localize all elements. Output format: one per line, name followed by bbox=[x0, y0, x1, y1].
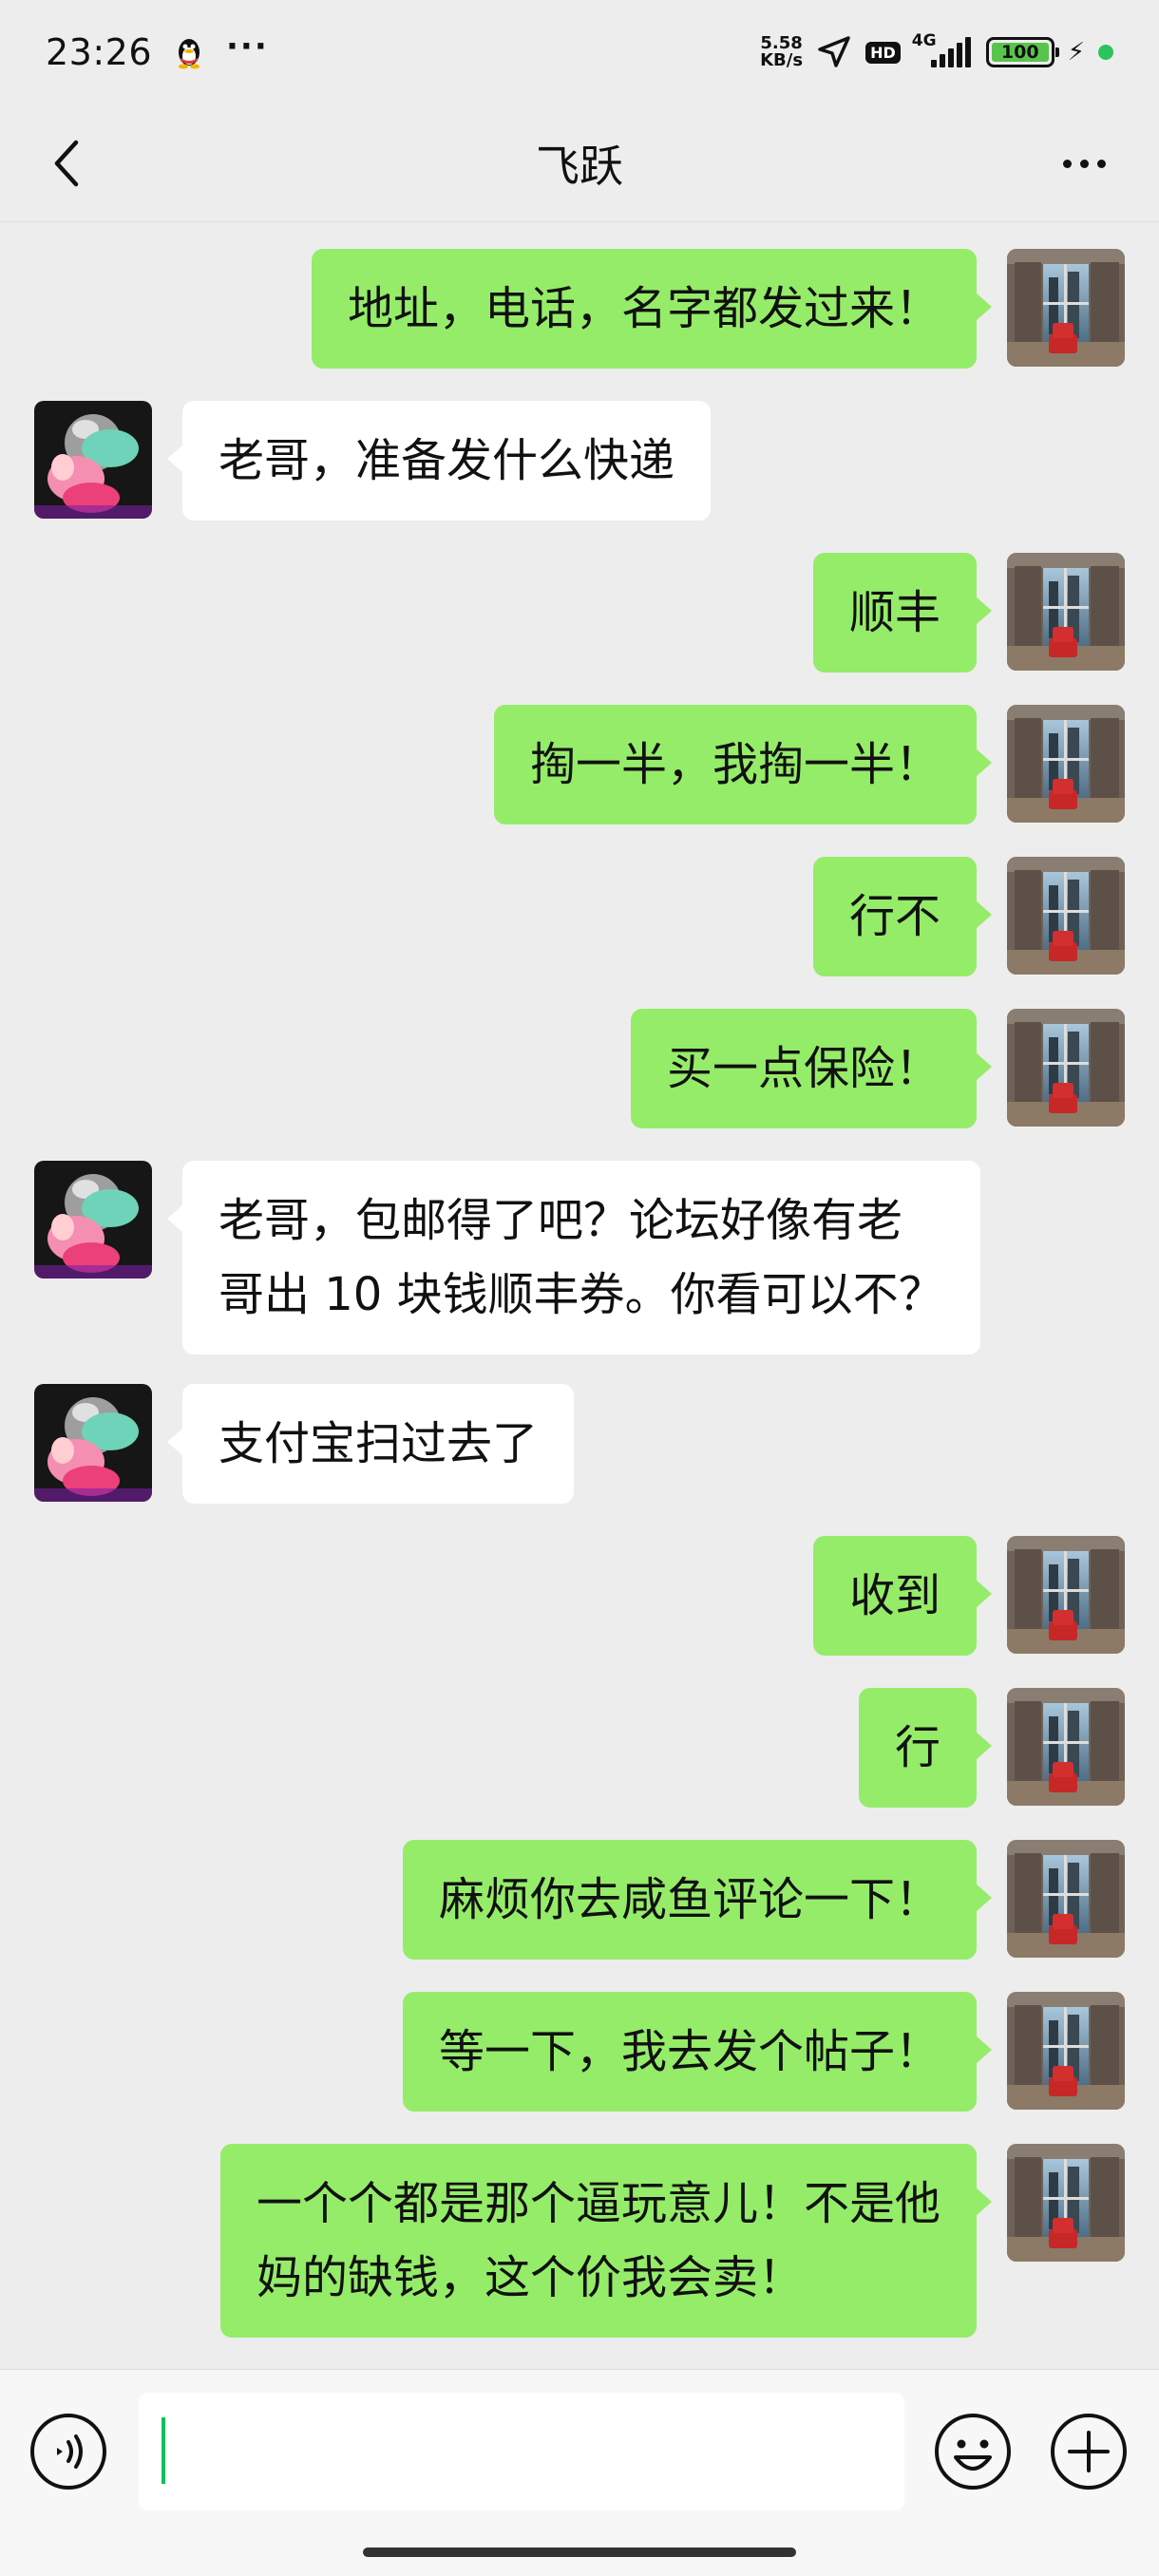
sent-message-bubble[interactable]: 行 bbox=[858, 1688, 993, 1808]
message-text: 地址，电话，名字都发过来！ bbox=[347, 282, 940, 335]
contact-avatar[interactable] bbox=[34, 1384, 152, 1502]
message-text: 行不 bbox=[848, 890, 940, 943]
self-avatar[interactable] bbox=[1007, 1992, 1125, 2110]
battery-icon: 100 bbox=[985, 37, 1059, 67]
message-text: 支付宝扫过去了 bbox=[218, 1417, 539, 1470]
received-message-bubble[interactable]: 老哥，准备发什么快递 bbox=[166, 401, 712, 521]
text-cursor bbox=[162, 2417, 165, 2484]
message-text: 等一下，我去发个帖子！ bbox=[438, 2025, 940, 2078]
more-options-button[interactable] bbox=[1051, 137, 1117, 190]
sent-message-bubble[interactable]: 麻烦你去咸鱼评论一下！ bbox=[402, 1840, 993, 1960]
qq-penguin-icon bbox=[179, 39, 200, 69]
message-text: 老哥，准备发什么快递 bbox=[218, 434, 675, 487]
message-text: 麻烦你去咸鱼评论一下！ bbox=[438, 1873, 940, 1926]
back-button[interactable] bbox=[38, 135, 95, 192]
emoji-button[interactable] bbox=[933, 2412, 1013, 2491]
message-text: 掏一半，我掏一半！ bbox=[529, 738, 940, 791]
contact-avatar[interactable] bbox=[34, 401, 152, 519]
message-input[interactable] bbox=[139, 2393, 904, 2510]
contact-avatar[interactable] bbox=[34, 1161, 152, 1279]
voice-input-button[interactable] bbox=[28, 2412, 108, 2491]
message-text: 收到 bbox=[848, 1569, 940, 1622]
chat-title: 飞跃 bbox=[536, 140, 623, 192]
sent-message-bubble[interactable]: 地址，电话，名字都发过来！ bbox=[311, 249, 993, 369]
more-dot-icon bbox=[1079, 159, 1089, 168]
self-avatar[interactable] bbox=[1007, 1840, 1125, 1958]
home-indicator[interactable] bbox=[363, 2548, 796, 2557]
more-dot-icon bbox=[1062, 159, 1072, 168]
status-bar: 23:26 ··· 5.58 KB/s HD 4G 100 ⚡ bbox=[0, 0, 1159, 104]
message-text-line: 老哥，包邮得了吧？论坛好像有老 bbox=[218, 1194, 903, 1247]
add-attachment-button[interactable] bbox=[1049, 2412, 1129, 2491]
sent-message-bubble[interactable]: 收到 bbox=[812, 1536, 993, 1656]
received-message-bubble[interactable]: 支付宝扫过去了 bbox=[166, 1384, 575, 1504]
message-text: 买一点保险！ bbox=[666, 1042, 940, 1095]
message-text-line: 妈的缺钱，这个价我会卖！ bbox=[256, 2251, 804, 2304]
more-dot-icon bbox=[1096, 159, 1106, 168]
self-avatar[interactable] bbox=[1007, 249, 1125, 367]
message-text-line: 一个个都是那个逼玩意儿！不是他 bbox=[256, 2177, 940, 2230]
hd-badge: HD bbox=[865, 41, 901, 64]
chevron-left-icon bbox=[54, 140, 79, 187]
message-text: 顺丰 bbox=[848, 586, 940, 639]
status-time: 23:26 bbox=[46, 31, 153, 73]
self-avatar[interactable] bbox=[1007, 1536, 1125, 1654]
sent-message-bubble[interactable]: 顺丰 bbox=[812, 553, 993, 672]
self-avatar[interactable] bbox=[1007, 1688, 1125, 1806]
battery-level: 100 bbox=[991, 42, 1049, 63]
sent-message-bubble[interactable]: 行不 bbox=[812, 857, 993, 976]
sent-message-bubble[interactable]: 等一下，我去发个帖子！ bbox=[402, 1992, 993, 2112]
self-avatar[interactable] bbox=[1007, 857, 1125, 975]
sent-message-bubble[interactable]: 买一点保险！ bbox=[630, 1009, 993, 1128]
self-avatar[interactable] bbox=[1007, 1009, 1125, 1127]
received-message-bubble[interactable]: 老哥，包邮得了吧？论坛好像有老 哥出 10 块钱顺丰券。你看可以不？ bbox=[167, 1161, 980, 1354]
signal-strength-icon: 4G bbox=[912, 31, 973, 67]
message-text: 行 bbox=[894, 1721, 940, 1774]
self-avatar[interactable] bbox=[1007, 705, 1125, 823]
sent-message-bubble[interactable]: 掏一半，我掏一半！ bbox=[493, 705, 993, 824]
privacy-indicator-dot bbox=[1098, 45, 1113, 60]
charging-bolt-icon: ⚡ bbox=[1067, 38, 1085, 66]
message-text-line: 哥出 10 块钱顺丰券。你看可以不？ bbox=[218, 1268, 944, 1321]
self-avatar[interactable] bbox=[1007, 553, 1125, 671]
location-arrow-icon bbox=[818, 36, 850, 67]
sent-message-bubble[interactable]: 一个个都是那个逼玩意儿！不是他 妈的缺钱，这个价我会卖！ bbox=[219, 2144, 993, 2338]
network-speed: 5.58 KB/s bbox=[760, 33, 804, 70]
status-more-dots: ··· bbox=[226, 28, 269, 66]
chat-header: 飞跃 bbox=[0, 104, 1159, 222]
network-type: 4G bbox=[911, 31, 937, 50]
input-bar bbox=[0, 2369, 1159, 2576]
self-avatar[interactable] bbox=[1007, 2144, 1125, 2262]
